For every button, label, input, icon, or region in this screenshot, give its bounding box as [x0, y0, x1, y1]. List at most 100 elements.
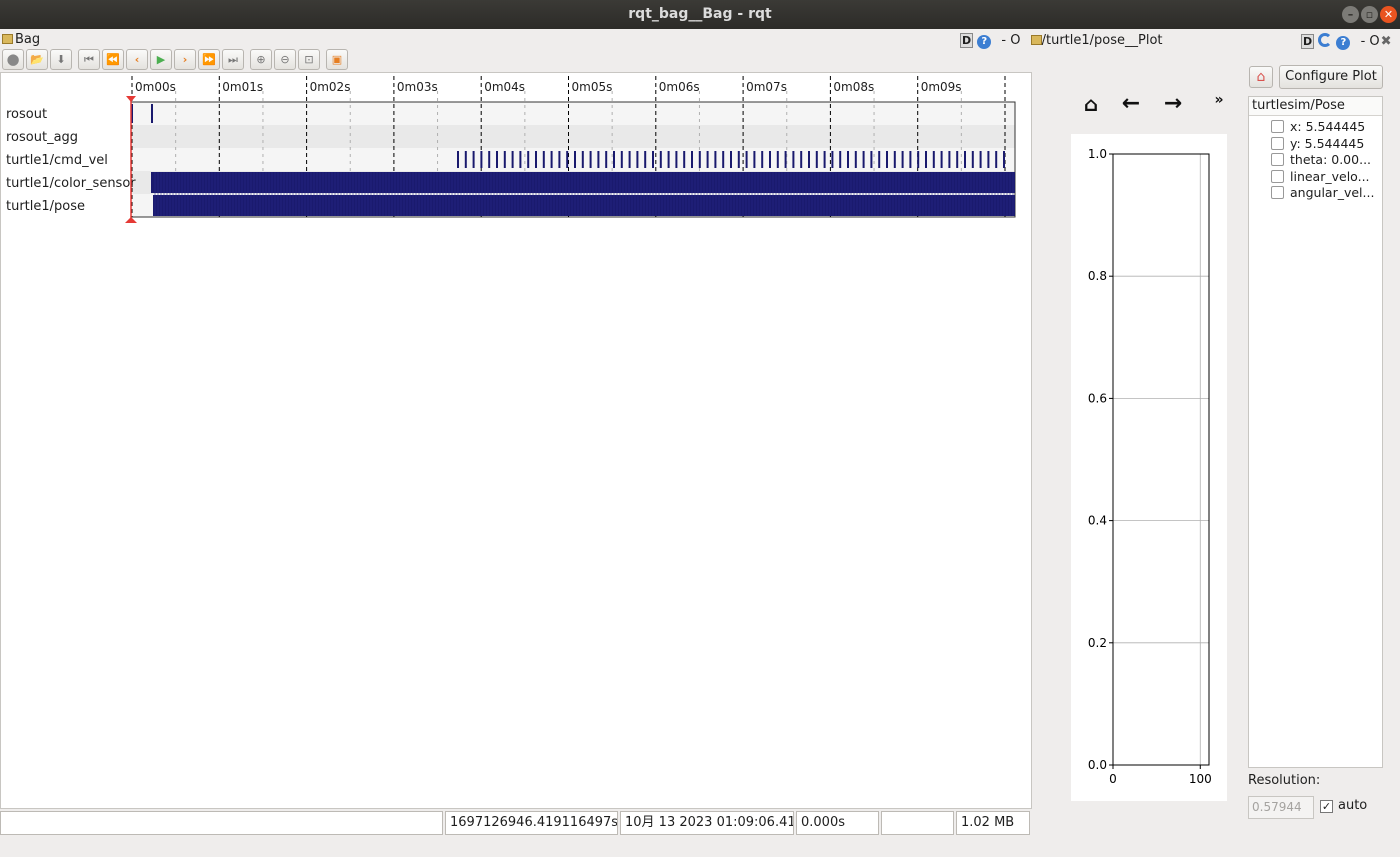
bag-pane-label: Bag: [15, 32, 41, 47]
timeline-row: [131, 102, 1015, 125]
tick-label: 0m07s: [746, 80, 787, 94]
config-pane-header: D ? - O✖: [1301, 33, 1392, 50]
field-label: angular_vel...: [1290, 185, 1375, 200]
tick-label: 0m00s: [135, 80, 176, 94]
message-block: [151, 172, 1015, 193]
help-icon[interactable]: ?: [977, 35, 992, 49]
bag-toolbar: ● 📂 ⬇ ⏮ ⏪ ‹ ▶ › ⏩ ⏭ ⊕ ⊖ ⊡ ▣: [2, 49, 348, 71]
field-label: x: 5.544445: [1290, 119, 1366, 134]
bag-timeline[interactable]: rosout rosout_agg turtle1/cmd_vel turtle1/c…: [0, 72, 1032, 809]
topic-label: turtle1/cmd_vel: [6, 153, 108, 168]
status-timestamp: 1697126946.419116497s: [445, 811, 618, 835]
skip-to-start-button[interactable]: ⏮: [78, 49, 100, 70]
dock-icon[interactable]: D: [1301, 34, 1315, 49]
field-label: linear_velo...: [1290, 168, 1370, 184]
bag-folder-icon: [2, 34, 13, 44]
y-tick-label: 0.6: [1088, 391, 1107, 405]
field-checkbox[interactable]: [1271, 169, 1284, 183]
step-forward-button[interactable]: ›: [174, 49, 196, 70]
tick-label: 0m08s: [833, 80, 874, 94]
x-tick-label: 0: [1109, 772, 1117, 786]
tick-label: 0m04s: [484, 80, 525, 94]
plot-background: [1071, 134, 1227, 801]
close-pane-icon[interactable]: ✖: [1381, 34, 1392, 49]
window-title-bar: rqt_bag__Bag - rqt – ▫ ✕: [0, 0, 1400, 29]
timeline-canvas[interactable]: rosout rosout_agg turtle1/cmd_vel turtle1/c…: [1, 73, 1032, 809]
dock-icon[interactable]: D: [960, 33, 974, 48]
y-tick-label: 0.0: [1088, 758, 1107, 772]
fast-forward-button[interactable]: ⏩: [198, 49, 220, 70]
plot-pane-controls[interactable]: - O: [1001, 33, 1020, 48]
config-pane-controls[interactable]: - O: [1361, 34, 1380, 49]
home-icon[interactable]: ⌂: [1078, 90, 1104, 118]
plot-chart: 0.0 0.2 0.4 0.6 0.8 1.0 0 100: [1071, 134, 1227, 801]
step-back-button[interactable]: ‹: [126, 49, 148, 70]
field-label: theta: 0.00...: [1290, 152, 1372, 167]
topic-label: rosout: [6, 107, 47, 122]
topic-label: turtle1/pose: [6, 199, 85, 214]
status-bar: 1697126946.419116497s 10月 13 2023 01:09:…: [0, 811, 1032, 835]
reload-icon[interactable]: [1318, 33, 1333, 47]
field-item[interactable]: angular_vel...: [1271, 185, 1374, 201]
y-tick-label: 0.2: [1088, 636, 1107, 650]
back-arrow-icon[interactable]: ←: [1118, 90, 1144, 118]
auto-checkbox[interactable]: ✓: [1320, 800, 1333, 813]
field-item[interactable]: y: 5.544445: [1271, 136, 1364, 152]
minimize-icon[interactable]: –: [1342, 6, 1359, 23]
window-title: rqt_bag__Bag - rqt: [628, 6, 772, 22]
field-item[interactable]: linear_velo...: [1271, 169, 1370, 185]
open-bag-button[interactable]: 📂: [26, 49, 48, 70]
resolution-input[interactable]: 0.57944: [1248, 796, 1314, 819]
topic-label: rosout_agg: [6, 130, 78, 145]
timeline-row: [131, 125, 1015, 148]
help-icon[interactable]: ?: [1336, 36, 1351, 50]
record-button[interactable]: ●: [2, 49, 24, 70]
plot-pane-title: /turtle1/pose__Plot: [1041, 33, 1163, 48]
y-tick-label: 0.4: [1088, 514, 1107, 528]
tick-label: 0m05s: [572, 80, 613, 94]
plot-pane-header: D ? - O /turtle1/pose__Plot: [960, 33, 1163, 51]
y-tick-label: 0.8: [1088, 269, 1107, 283]
thumbnails-button[interactable]: ▣: [326, 49, 348, 70]
more-tools-icon[interactable]: »: [1206, 90, 1232, 118]
field-tree[interactable]: turtlesim/Pose x: 5.544445 y: 5.544445 the…: [1248, 96, 1383, 768]
save-bag-button[interactable]: ⬇: [50, 49, 72, 70]
close-icon[interactable]: ✕: [1380, 6, 1397, 23]
skip-to-end-button[interactable]: ⏭: [222, 49, 244, 70]
tree-header: turtlesim/Pose: [1249, 97, 1382, 116]
plot-canvas[interactable]: 0.0 0.2 0.4 0.6 0.8 1.0 0 100: [1071, 134, 1227, 801]
status-playhead-time: 0.000s: [796, 811, 879, 835]
field-label: y: 5.544445: [1290, 135, 1365, 151]
status-bag-size: 1.02 MB: [956, 811, 1030, 835]
field-checkbox[interactable]: [1271, 186, 1284, 199]
plot-folder-icon: [1030, 35, 1042, 45]
field-item[interactable]: x: 5.544445: [1271, 119, 1365, 135]
zoom-in-button[interactable]: ⊕: [250, 49, 272, 70]
field-checkbox[interactable]: [1271, 136, 1284, 150]
tick-label: 0m01s: [222, 80, 263, 94]
status-date: 10月 13 2023 01:09:06.419: [620, 811, 794, 835]
auto-label: auto: [1338, 798, 1368, 813]
status-message: [0, 811, 443, 835]
timeline-row: [131, 148, 1015, 171]
zoom-out-button[interactable]: ⊖: [274, 49, 296, 70]
resolution-label: Resolution:: [1248, 773, 1321, 788]
zoom-reset-button[interactable]: ⊡: [298, 49, 320, 70]
configure-plot-button[interactable]: Configure Plot: [1279, 65, 1383, 89]
bag-pane-title: Bag: [2, 33, 40, 47]
field-checkbox[interactable]: [1271, 120, 1284, 133]
topic-label: turtle1/color_sensor: [6, 176, 136, 191]
playhead-bottom-marker: [125, 217, 137, 223]
y-tick-label: 1.0: [1088, 147, 1107, 161]
reset-home-button[interactable]: ⌂: [1249, 66, 1273, 88]
tick-label: 0m03s: [397, 80, 438, 94]
tick-label: 0m09s: [921, 80, 962, 94]
field-checkbox[interactable]: [1271, 153, 1284, 166]
forward-arrow-icon[interactable]: →: [1160, 90, 1186, 118]
status-rate: [881, 811, 954, 835]
plot-toolbar: ⌂ ← → »: [1072, 90, 1232, 120]
maximize-icon[interactable]: ▫: [1361, 6, 1378, 23]
play-button[interactable]: ▶: [150, 49, 172, 70]
field-item[interactable]: theta: 0.00...: [1271, 152, 1371, 168]
rewind-button[interactable]: ⏪: [102, 49, 124, 70]
